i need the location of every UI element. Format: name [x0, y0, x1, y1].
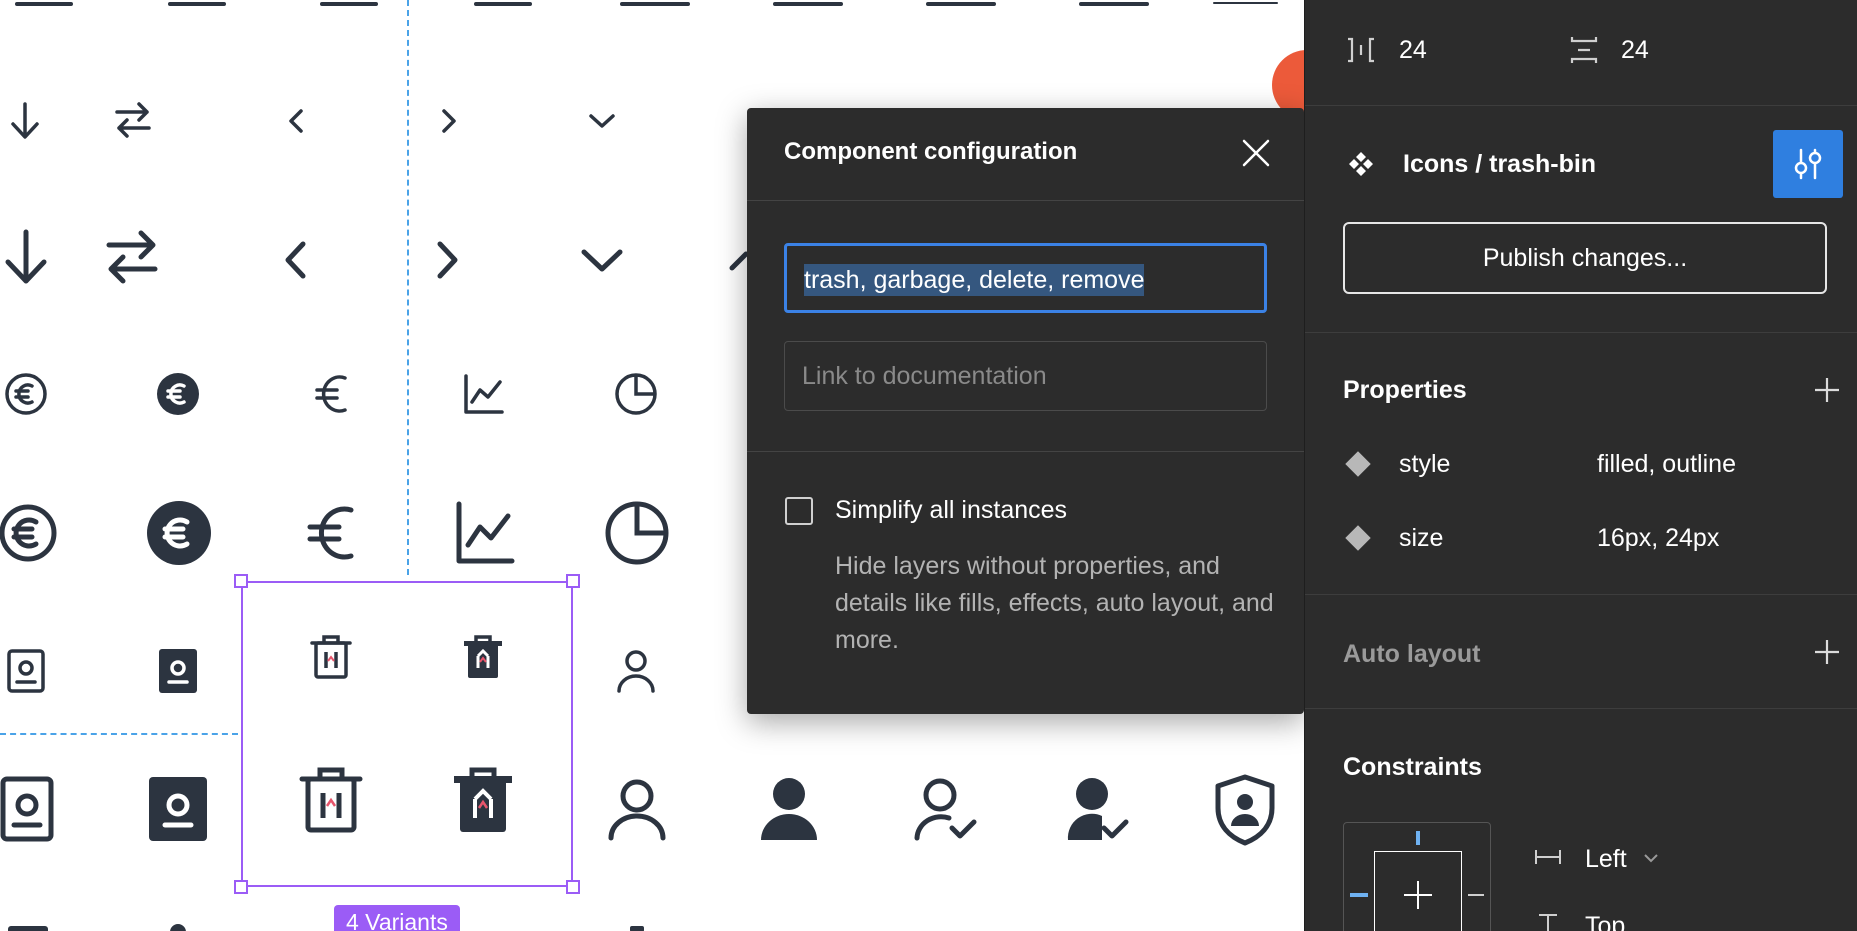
property-name-style[interactable]: style	[1399, 450, 1450, 479]
component-set-icon	[1347, 150, 1375, 178]
resize-handle-bottom-left[interactable]	[234, 880, 248, 894]
chevron-down-icon[interactable]	[1643, 852, 1659, 864]
chevron-up-partial-icon	[729, 246, 749, 274]
horizontal-spacing-value[interactable]: 24	[1399, 36, 1427, 65]
layout-guide-horizontal	[0, 733, 238, 735]
horizontal-spacing-icon	[1345, 36, 1377, 64]
chevron-right-icon[interactable]	[440, 108, 458, 134]
user-check-outline-icon[interactable]	[912, 776, 978, 842]
close-icon[interactable]	[1241, 138, 1271, 168]
cut-off-icon	[773, 2, 843, 6]
vertical-constraint-value[interactable]: Top	[1585, 912, 1625, 931]
simplify-instances-description: Hide layers without properties, and deta…	[835, 552, 1274, 654]
pie-chart-icon[interactable]	[614, 372, 658, 416]
divider	[1305, 594, 1857, 595]
properties-section-title: Properties	[1343, 376, 1467, 404]
cut-off-icon	[630, 926, 644, 931]
constraints-section-title: Constraints	[1343, 753, 1482, 781]
euro-large-icon[interactable]	[305, 498, 359, 568]
variants-badge[interactable]: 4 Variants	[334, 905, 460, 931]
pie-chart-large-icon[interactable]	[604, 500, 670, 566]
component-settings-button[interactable]	[1773, 130, 1843, 198]
cut-off-icon	[8, 926, 48, 931]
id-badge-filled-large-icon[interactable]	[148, 776, 208, 842]
component-name[interactable]: Icons / trash-bin	[1403, 150, 1596, 179]
chevron-right-large-icon[interactable]	[435, 240, 461, 280]
user-outline-large-icon[interactable]	[606, 776, 668, 842]
dialog-title: Component configuration	[784, 138, 1078, 165]
cut-off-icon	[320, 2, 378, 6]
cut-off-icon	[1079, 2, 1149, 6]
property-name-size[interactable]: size	[1399, 524, 1443, 553]
properties-panel: 24 24 Icons / trash-bin Publish changes.…	[1304, 0, 1857, 931]
property-value-size[interactable]: 16px, 24px	[1597, 524, 1719, 553]
add-property-icon[interactable]	[1813, 376, 1841, 404]
documentation-link-input[interactable]: Link to documentation	[784, 341, 1267, 411]
constraint-indicators[interactable]	[1344, 823, 1492, 931]
euro-circle-outline-large-icon[interactable]	[0, 500, 58, 566]
id-badge-outline-icon[interactable]	[6, 648, 46, 694]
euro-icon[interactable]	[313, 370, 351, 418]
euro-circle-filled-large-icon[interactable]	[146, 500, 212, 566]
resize-handle-top-right[interactable]	[566, 574, 580, 588]
swap-arrows-large-icon[interactable]	[103, 228, 161, 286]
chevron-down-large-icon[interactable]	[580, 246, 624, 274]
property-value-style[interactable]: filled, outline	[1597, 450, 1736, 479]
horizontal-constraint-value[interactable]: Left	[1585, 845, 1627, 874]
cut-off-icon	[170, 924, 186, 931]
divider	[1305, 105, 1857, 106]
cut-off-icon	[168, 2, 226, 6]
constraints-widget[interactable]	[1343, 822, 1491, 931]
line-chart-icon[interactable]	[462, 372, 506, 416]
euro-circle-filled-icon[interactable]	[156, 372, 200, 416]
line-chart-large-icon[interactable]	[454, 500, 516, 566]
horizontal-constraint-icon	[1533, 848, 1563, 866]
component-configuration-dialog: Component configuration trash, garbage, …	[747, 108, 1304, 714]
vertical-spacing-icon	[1569, 34, 1599, 66]
publish-changes-button[interactable]: Publish changes...	[1343, 222, 1827, 294]
chevron-down-icon[interactable]	[588, 112, 616, 130]
cut-off-icon	[15, 2, 73, 6]
variant-property-icon	[1345, 525, 1371, 551]
chevron-left-icon[interactable]	[287, 108, 305, 134]
divider	[747, 200, 1304, 201]
arrow-down-icon[interactable]	[8, 100, 42, 142]
user-filled-large-icon[interactable]	[758, 776, 820, 842]
euro-circle-outline-icon[interactable]	[4, 372, 48, 416]
user-check-filled-icon[interactable]	[1064, 776, 1130, 842]
resize-handle-bottom-right[interactable]	[566, 880, 580, 894]
simplify-instances-label[interactable]: Simplify all instances	[835, 496, 1067, 525]
layout-guide-vertical	[407, 0, 409, 575]
swap-arrows-icon[interactable]	[113, 100, 153, 140]
divider	[1305, 708, 1857, 709]
component-set-selection[interactable]	[241, 581, 573, 887]
divider	[747, 451, 1304, 452]
vertical-constraint-icon	[1537, 912, 1559, 931]
cut-off-icon	[926, 2, 996, 6]
user-outline-icon[interactable]	[616, 648, 656, 694]
vertical-spacing-value[interactable]: 24	[1621, 36, 1649, 65]
add-auto-layout-icon[interactable]	[1813, 638, 1841, 666]
resize-handle-top-left[interactable]	[234, 574, 248, 588]
chevron-left-large-icon[interactable]	[282, 240, 308, 280]
user-shield-icon[interactable]	[1214, 774, 1276, 846]
search-keywords-input[interactable]: trash, garbage, delete, remove	[784, 243, 1267, 313]
id-badge-filled-icon[interactable]	[158, 648, 198, 694]
divider	[1305, 332, 1857, 333]
design-canvas[interactable]: 4 Variants Component configuration trash…	[0, 0, 1304, 931]
variant-property-icon	[1345, 451, 1371, 477]
cut-off-icon	[1213, 2, 1278, 4]
id-badge-outline-large-icon[interactable]	[0, 776, 54, 842]
cut-off-icon	[620, 2, 690, 6]
arrow-down-large-icon[interactable]	[2, 228, 50, 286]
cut-off-icon	[474, 2, 532, 6]
keywords-value: trash, garbage, delete, remove	[804, 264, 1145, 296]
auto-layout-section-title: Auto layout	[1343, 640, 1481, 668]
simplify-instances-checkbox[interactable]	[785, 497, 813, 525]
